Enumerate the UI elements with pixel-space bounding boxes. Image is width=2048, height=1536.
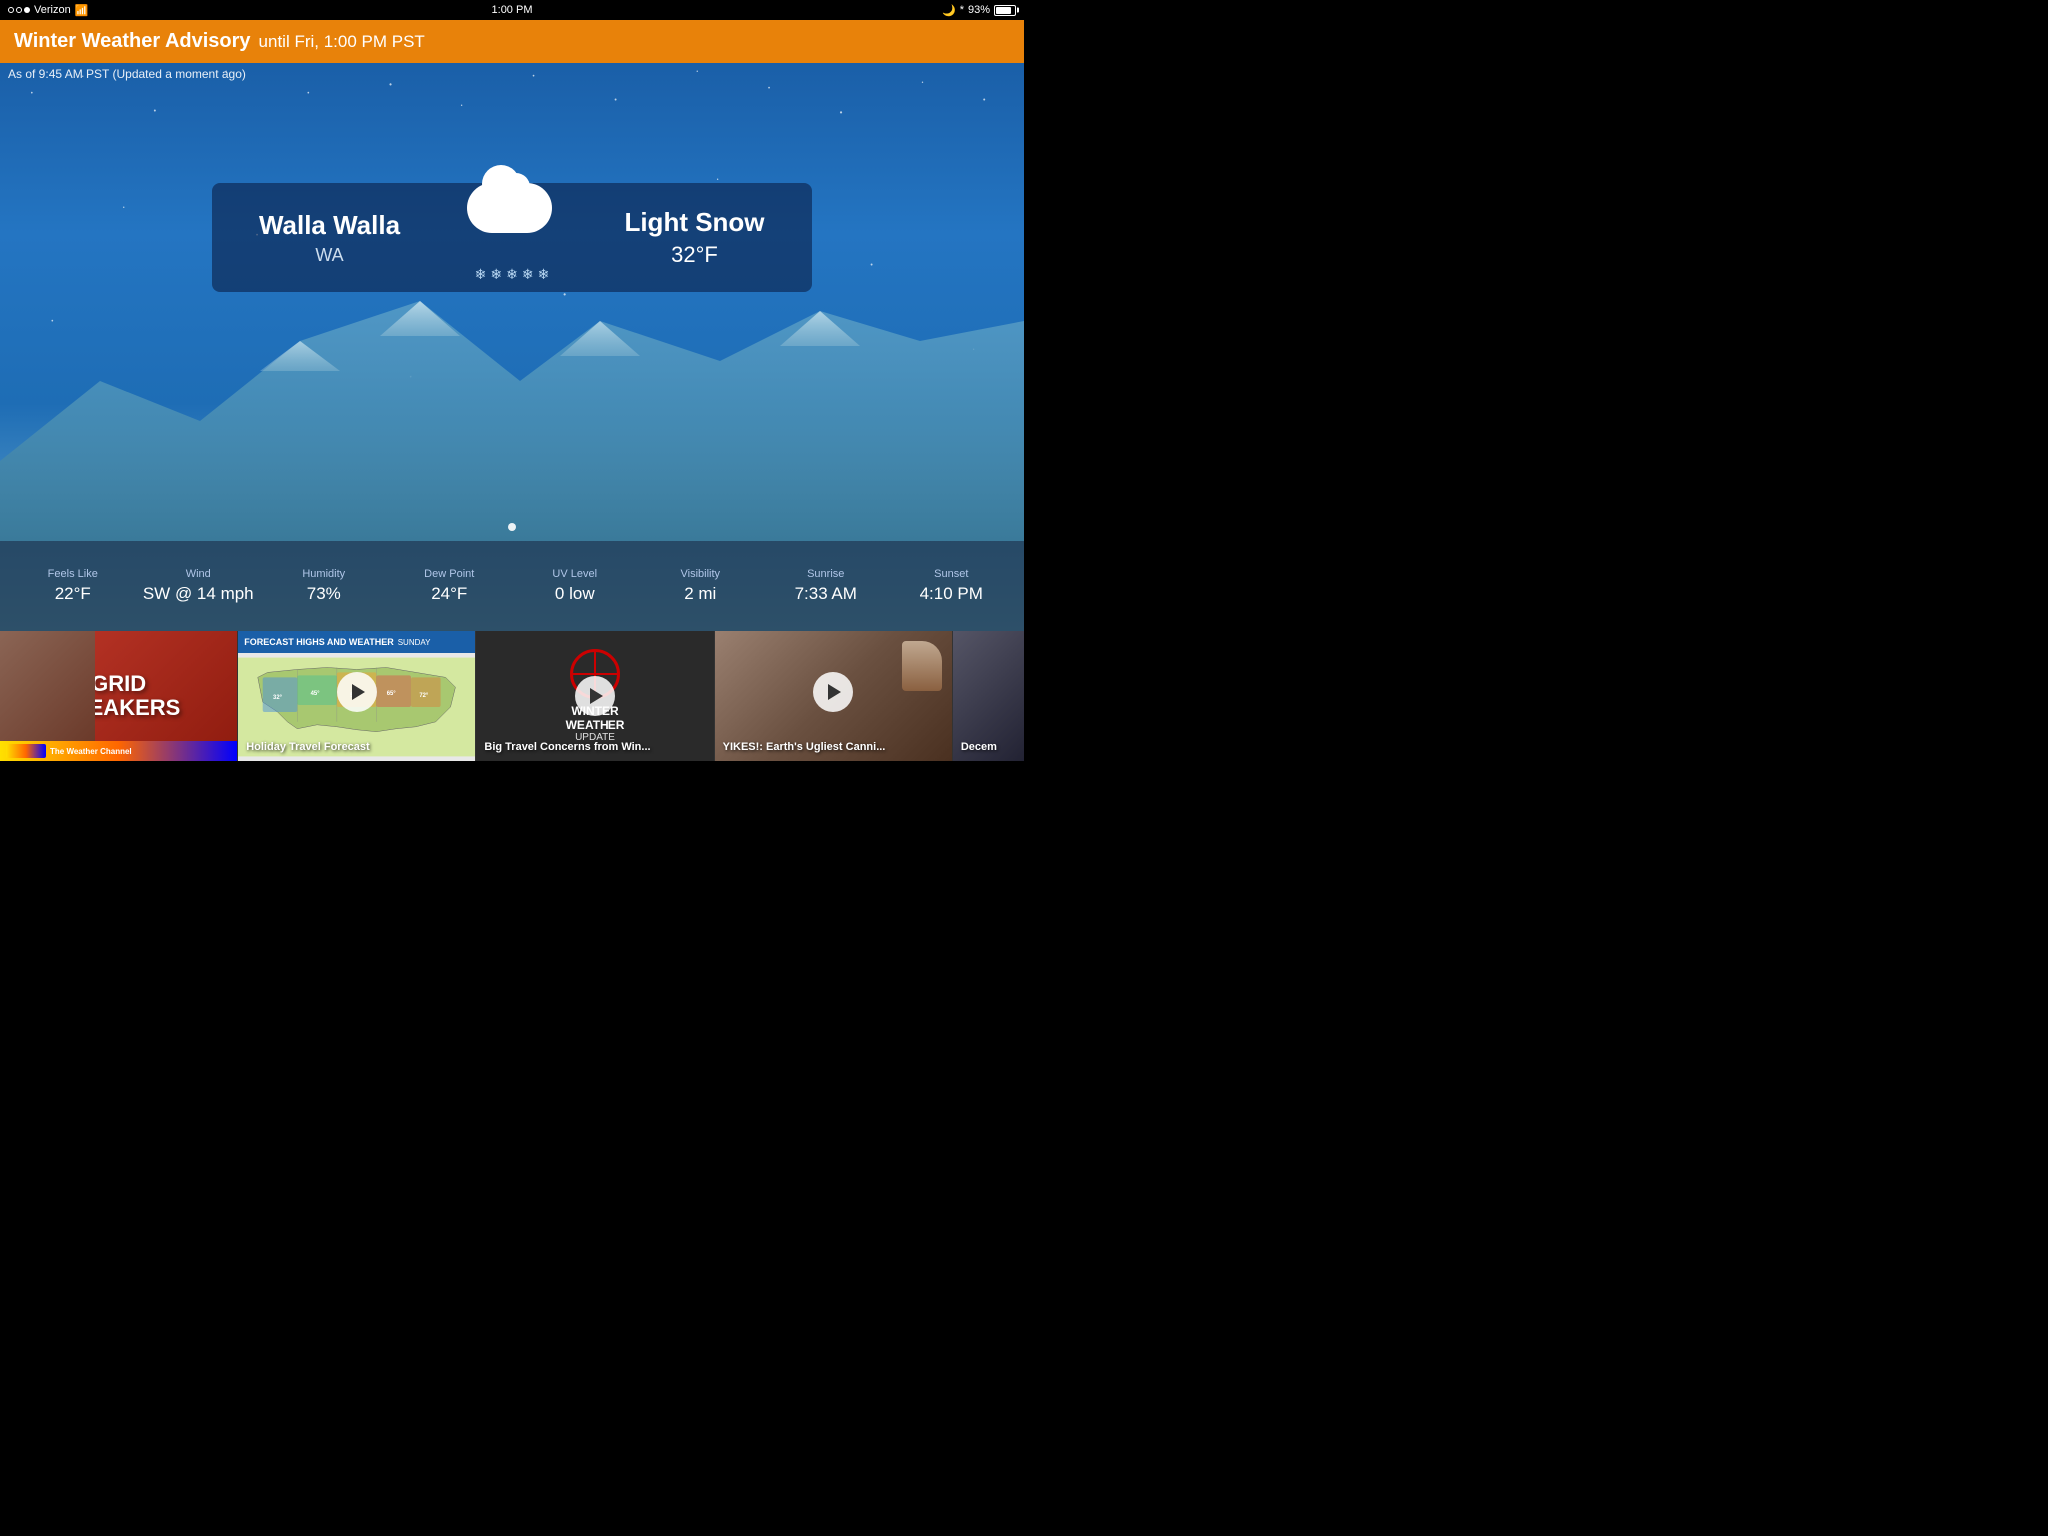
stat-visibility: Visibility 2 mi: [638, 568, 764, 604]
weather-icon-container: ❄ ❄ ❄ ❄ ❄: [447, 183, 577, 253]
condition-name: Light Snow: [607, 207, 782, 238]
humidity-label: Humidity: [261, 568, 387, 580]
video-card-holiday-travel[interactable]: FORECAST HIGHS AND WEATHER SUNDAY 32°: [238, 631, 476, 761]
visibility-label: Visibility: [638, 568, 764, 580]
snow-flake-5: ❄: [538, 266, 550, 283]
bluetooth-icon: *: [960, 4, 964, 16]
stat-wind: Wind SW @ 14 mph: [136, 568, 262, 604]
stat-dew-point: Dew Point 24°F: [387, 568, 513, 604]
play-triangle-icon: [352, 684, 365, 700]
snow-flake-1: ❄: [475, 266, 487, 283]
play-button-winter[interactable]: [575, 676, 615, 716]
feels-like-label: Feels Like: [10, 568, 136, 580]
snow-flake-2: ❄: [490, 266, 502, 283]
signal-dot-3: [24, 7, 30, 13]
svg-text:32°: 32°: [273, 695, 283, 701]
weather-card-right: Light Snow 32°F: [577, 183, 812, 292]
carrier-label: Verizon: [34, 4, 71, 16]
humidity-value: 73%: [261, 584, 387, 604]
svg-text:45°: 45°: [311, 691, 321, 697]
video-title-december: Decem: [961, 741, 1016, 753]
video-card-winter-update[interactable]: WINTERWEATHER UPDATE Big Travel Concerns…: [476, 631, 714, 761]
video-card-grid-breakers[interactable]: GRIDBREAKERS The Weather Channel: [0, 631, 238, 761]
uv-value: 0 low: [512, 584, 638, 604]
signal-dot-1: [8, 7, 14, 13]
advisory-subtitle: until Fri, 1:00 PM PST: [259, 32, 425, 52]
advisory-banner: Winter Weather Advisory until Fri, 1:00 …: [0, 20, 1024, 63]
city-name: Walla Walla: [242, 210, 417, 241]
map-title-text: FORECAST HIGHS AND WEATHER: [244, 637, 394, 647]
status-time: 1:00 PM: [492, 4, 533, 16]
weather-card-left: Walla Walla WA: [212, 186, 447, 290]
uv-label: UV Level: [512, 568, 638, 580]
stat-humidity: Humidity 73%: [261, 568, 387, 604]
svg-text:72°: 72°: [420, 693, 430, 699]
video-title-travel: Holiday Travel Forecast: [246, 741, 467, 753]
map-title-bar: FORECAST HIGHS AND WEATHER SUNDAY: [238, 631, 475, 653]
timestamp: As of 9:45 AM PST (Updated a moment ago): [8, 67, 246, 81]
video-card-yikes[interactable]: YIKES!: Earth's Ugliest Canni...: [715, 631, 953, 761]
page-indicator-dot: [508, 523, 516, 531]
state-name: WA: [242, 245, 417, 266]
snow-flake-3: ❄: [506, 266, 518, 283]
status-bar: Verizon 📶 1:00 PM 🌙 * 93%: [0, 0, 1024, 20]
stat-sunset: Sunset 4:10 PM: [889, 568, 1015, 604]
stat-sunrise: Sunrise 7:33 AM: [763, 568, 889, 604]
moon-icon: 🌙: [942, 4, 956, 17]
status-right: 🌙 * 93%: [942, 4, 1016, 17]
video-title-yikes: YIKES!: Earth's Ugliest Canni...: [723, 741, 944, 753]
weather-cloud-icon: [457, 183, 567, 253]
twc-label: The Weather Channel: [50, 747, 132, 756]
video-strip: GRIDBREAKERS The Weather Channel FORECAS…: [0, 631, 1024, 761]
battery-indicator: [994, 5, 1016, 16]
wifi-icon: 📶: [75, 4, 89, 17]
play-button-yikes[interactable]: [813, 672, 853, 712]
stat-uv: UV Level 0 low: [512, 568, 638, 604]
svg-text:65°: 65°: [387, 691, 397, 697]
status-left: Verizon 📶: [8, 4, 88, 17]
feels-like-value: 22°F: [10, 584, 136, 604]
video-card-december[interactable]: Decem: [953, 631, 1024, 761]
advisory-title: Winter Weather Advisory: [14, 30, 251, 53]
stat-feels-like: Feels Like 22°F: [10, 568, 136, 604]
wind-value: SW @ 14 mph: [136, 584, 262, 604]
wind-label: Wind: [136, 568, 262, 580]
dew-point-value: 24°F: [387, 584, 513, 604]
signal-dots: [8, 7, 30, 13]
play-triangle-icon-2: [590, 688, 603, 704]
mountain-background: [0, 261, 1024, 541]
snowflake-particles: ❄ ❄ ❄ ❄ ❄: [447, 266, 577, 283]
map-day-text: SUNDAY: [398, 638, 431, 647]
battery-fill: [996, 7, 1011, 14]
sunrise-value: 7:33 AM: [763, 584, 889, 604]
play-triangle-icon-3: [828, 684, 841, 700]
sunset-value: 4:10 PM: [889, 584, 1015, 604]
weather-main: • • • • • • • • • • • • • • • • • • • • …: [0, 63, 1024, 631]
play-button-travel[interactable]: [337, 672, 377, 712]
snow-flake-4: ❄: [522, 266, 534, 283]
visibility-value: 2 mi: [638, 584, 764, 604]
temperature-display: 32°F: [607, 242, 782, 268]
signal-dot-2: [16, 7, 22, 13]
battery-percent: 93%: [968, 4, 990, 16]
stats-bar: Feels Like 22°F Wind SW @ 14 mph Humidit…: [0, 541, 1024, 631]
weather-card: Walla Walla WA ❄ ❄ ❄ ❄ ❄ Light Snow 32°F: [212, 183, 812, 292]
cloud-body: [467, 183, 552, 233]
video-title-winter: Big Travel Concerns from Win...: [484, 741, 705, 753]
sunrise-label: Sunrise: [763, 568, 889, 580]
sunset-label: Sunset: [889, 568, 1015, 580]
dew-point-label: Dew Point: [387, 568, 513, 580]
twc-logo-bar: The Weather Channel: [0, 741, 237, 761]
